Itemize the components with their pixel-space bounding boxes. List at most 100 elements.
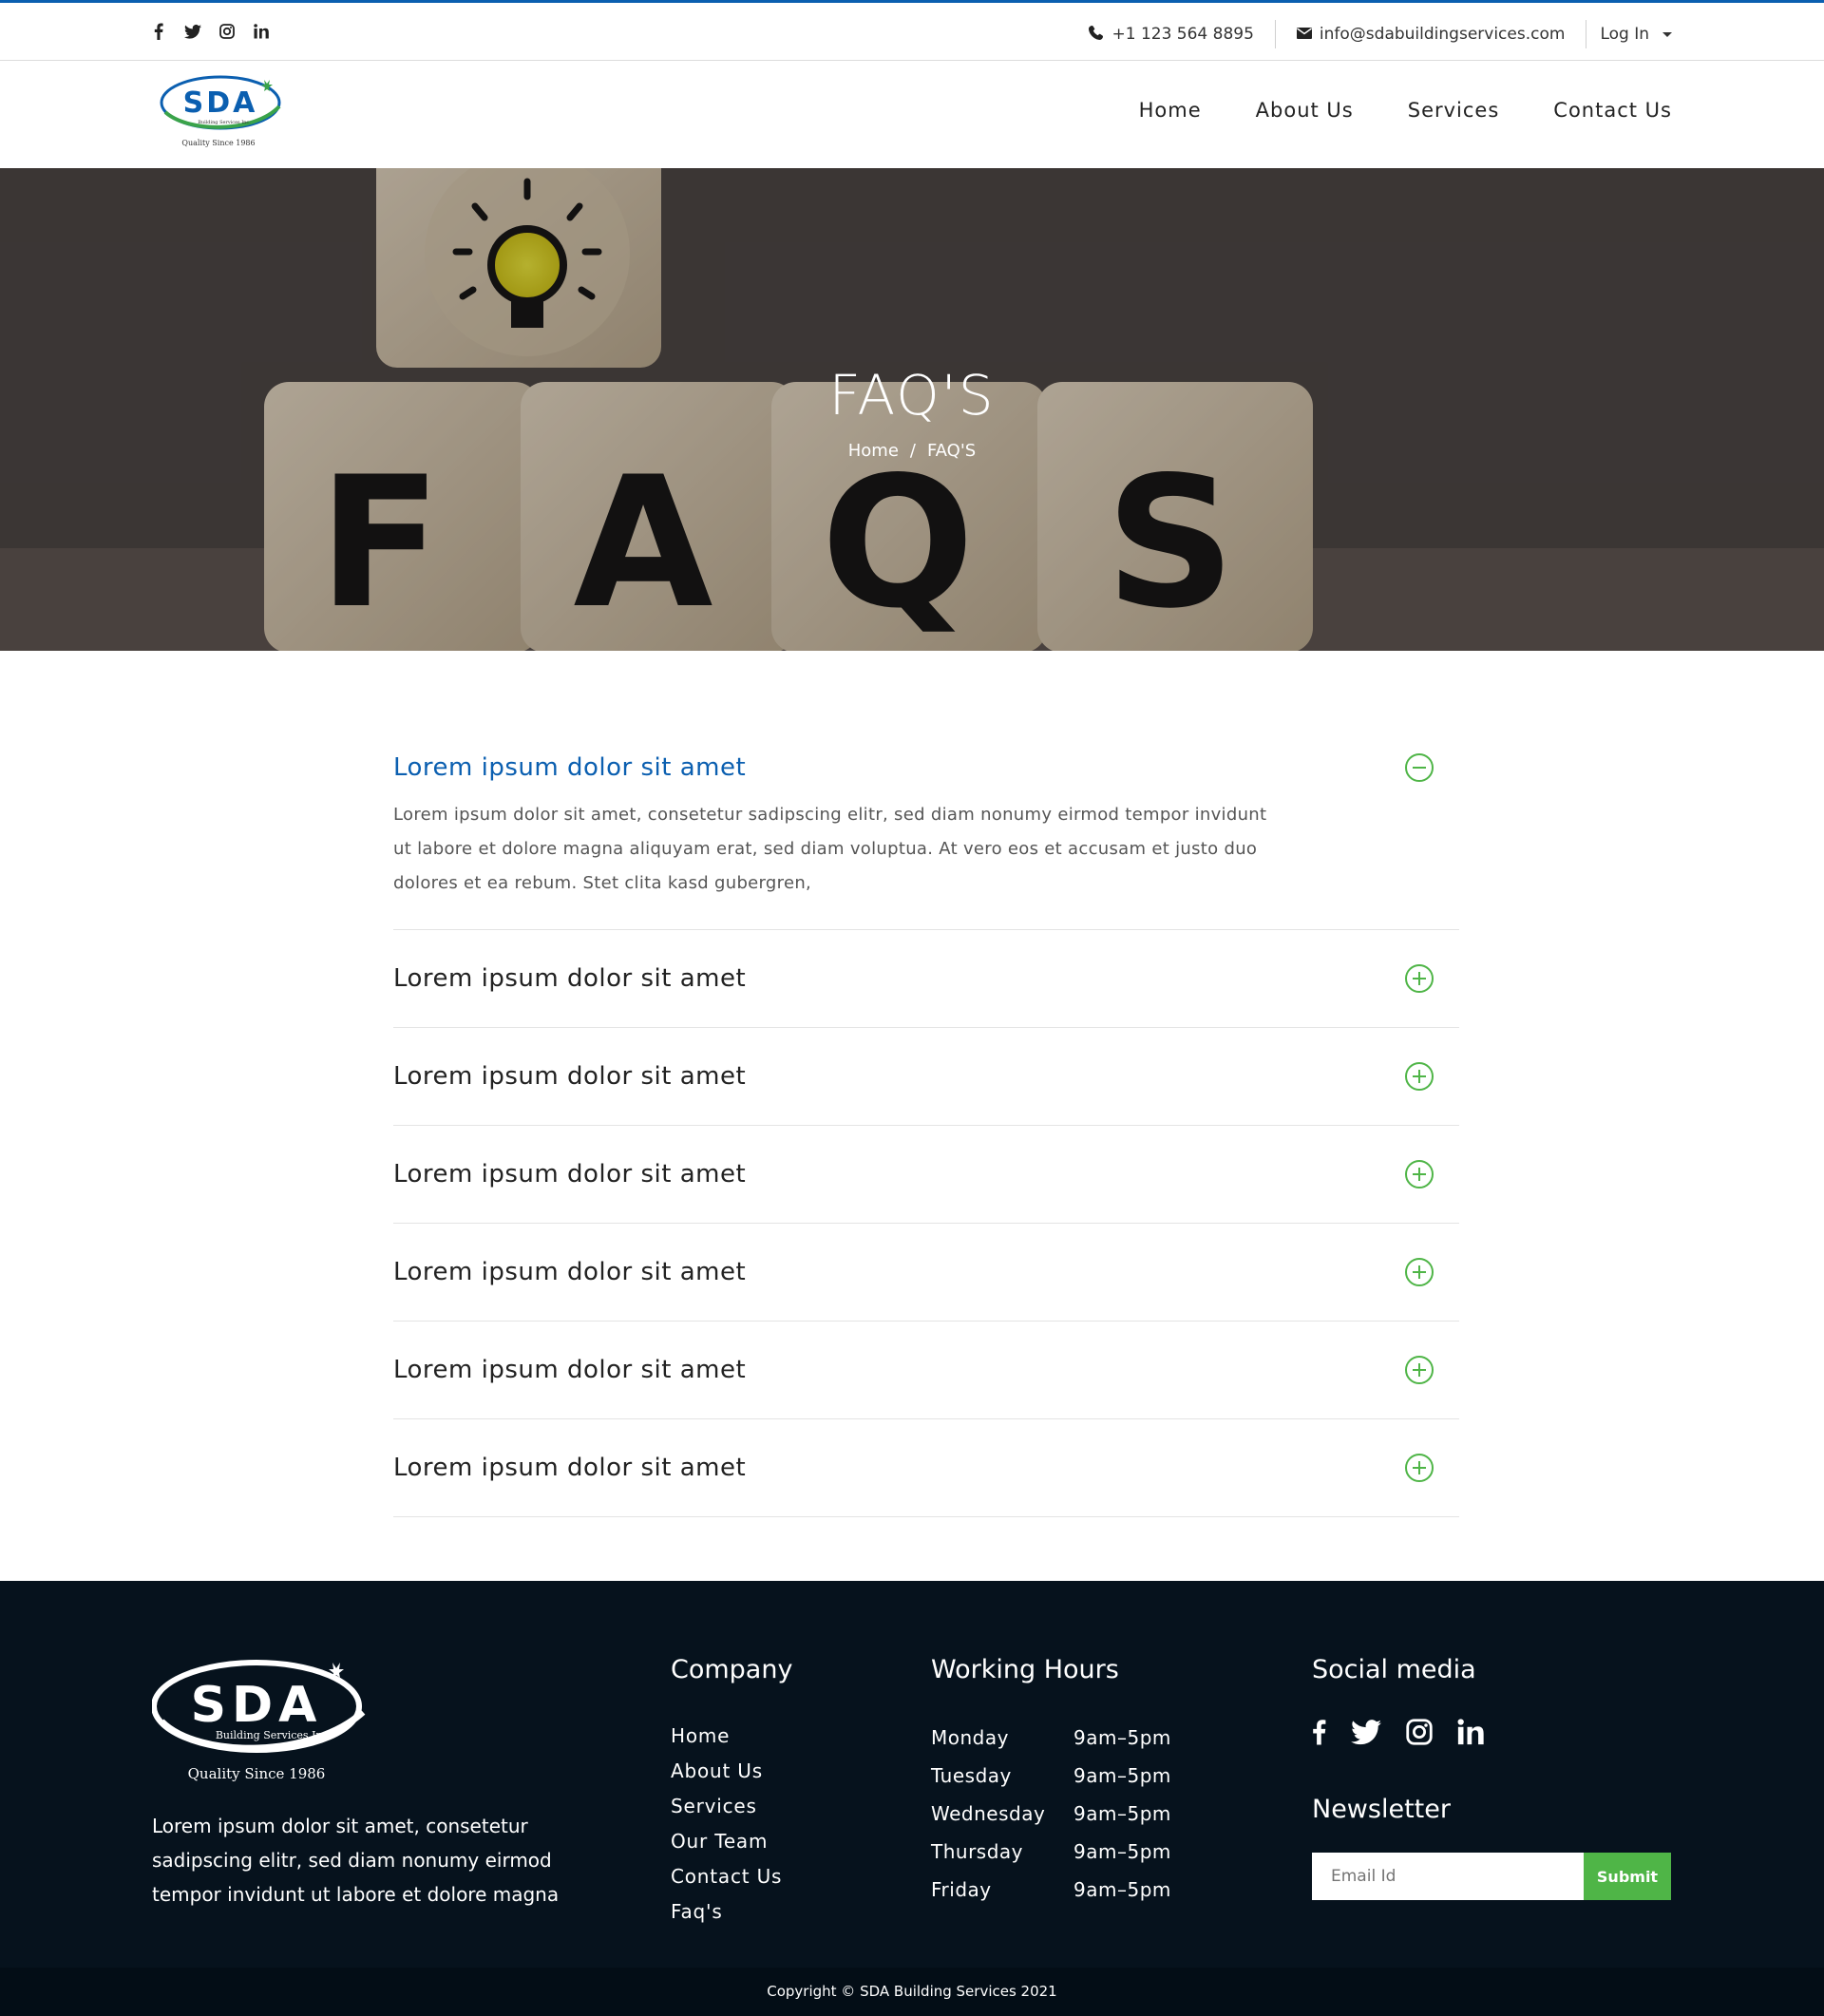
footer-link-services[interactable]: Services — [671, 1789, 792, 1824]
top-contact-info: +1 123 564 8895 info@sdabuildingservices… — [1068, 20, 1672, 48]
footer-link-faqs[interactable]: Faq's — [671, 1894, 792, 1930]
hero-banner: F A Q S FAQ'S Home / FAQ'S — [0, 168, 1824, 651]
plus-circle-icon[interactable] — [1404, 963, 1434, 994]
linkedin-icon[interactable] — [1457, 1719, 1484, 1749]
faq-question[interactable]: Lorem ipsum dolor sit amet — [393, 1322, 1459, 1418]
faq-item: Lorem ipsum dolor sit amet Lorem ipsum d… — [393, 722, 1459, 930]
footer-company-title: Company — [671, 1655, 793, 1684]
hours-row: Wednesday 9am–5pm — [931, 1795, 1171, 1833]
site-header: SDA Building Services Inc. Quality Since… — [0, 61, 1824, 168]
footer-description: Lorem ipsum dolor sit amet, consetetur s… — [152, 1815, 560, 1906]
email-address: info@sdabuildingservices.com — [1319, 25, 1566, 44]
faq-item: Lorem ipsum dolor sit amet — [393, 1028, 1459, 1126]
hours-time: 9am–5pm — [1074, 1726, 1171, 1749]
caret-down-icon — [1662, 31, 1672, 37]
footer-social-title: Social media — [1312, 1655, 1476, 1684]
facebook-icon[interactable] — [150, 22, 167, 41]
linkedin-icon[interactable] — [253, 22, 270, 41]
plus-circle-icon[interactable] — [1404, 1061, 1434, 1092]
nav-home[interactable]: Home — [1139, 99, 1202, 122]
nav-about-us[interactable]: About Us — [1256, 99, 1354, 122]
faq-answer: Lorem ipsum dolor sit amet, consetetur s… — [393, 805, 1267, 893]
hours-day: Friday — [931, 1878, 992, 1901]
phone-number: +1 123 564 8895 — [1112, 25, 1254, 44]
faq-question-text: Lorem ipsum dolor sit amet — [393, 1454, 747, 1482]
hours-row: Friday 9am–5pm — [931, 1871, 1171, 1909]
hours-row: Tuesday 9am–5pm — [931, 1757, 1171, 1795]
faq-question-text: Lorem ipsum dolor sit amet — [393, 1258, 747, 1286]
footer-working-hours: Working Hours Monday 9am–5pm Tuesday 9am–5… — [931, 1655, 1171, 1909]
hours-time: 9am–5pm — [1074, 1878, 1171, 1901]
breadcrumb-home[interactable]: Home — [848, 441, 899, 461]
faq-question-text: Lorem ipsum dolor sit amet — [393, 753, 747, 782]
hours-day: Thursday — [931, 1840, 1023, 1863]
newsletter-form: Submit — [1312, 1853, 1671, 1900]
mail-icon — [1296, 25, 1312, 44]
page-title: FAQ'S — [828, 363, 996, 428]
footer-link-about-us[interactable]: About Us — [671, 1754, 792, 1789]
newsletter-submit-button[interactable]: Submit — [1584, 1853, 1671, 1900]
hours-time: 9am–5pm — [1074, 1764, 1171, 1787]
svg-text:SDA: SDA — [183, 86, 258, 120]
login-dropdown[interactable]: Log In — [1586, 20, 1672, 48]
faq-question[interactable]: Lorem ipsum dolor sit amet — [393, 930, 1459, 1027]
hours-row: Monday 9am–5pm — [931, 1719, 1171, 1757]
instagram-icon[interactable] — [218, 22, 236, 41]
login-label: Log In — [1600, 25, 1649, 44]
faq-question-text: Lorem ipsum dolor sit amet — [393, 1062, 747, 1091]
newsletter-title: Newsletter — [1312, 1795, 1451, 1824]
footer-link-our-team[interactable]: Our Team — [671, 1824, 792, 1859]
instagram-icon[interactable] — [1406, 1719, 1433, 1749]
footer-social-links — [1312, 1719, 1671, 1749]
svg-text:SDA: SDA — [191, 1677, 323, 1734]
faq-question[interactable]: Lorem ipsum dolor sit amet — [393, 1224, 1459, 1321]
faq-item: Lorem ipsum dolor sit amet — [393, 1419, 1459, 1517]
faq-item: Lorem ipsum dolor sit amet — [393, 1322, 1459, 1419]
faq-question-text: Lorem ipsum dolor sit amet — [393, 1356, 747, 1384]
svg-text:Quality Since 1986: Quality Since 1986 — [181, 139, 255, 147]
footer-link-home[interactable]: Home — [671, 1719, 792, 1754]
newsletter-email-input[interactable] — [1312, 1853, 1584, 1900]
hours-time: 9am–5pm — [1074, 1840, 1171, 1863]
nav-services[interactable]: Services — [1408, 99, 1500, 122]
plus-circle-icon[interactable] — [1404, 1257, 1434, 1287]
svg-text:Quality Since 1986: Quality Since 1986 — [188, 1765, 326, 1782]
plus-circle-icon[interactable] — [1404, 1355, 1434, 1385]
faq-question[interactable]: Lorem ipsum dolor sit amet — [393, 1419, 1459, 1516]
main-nav: Home About Us Services Contact Us — [1139, 99, 1672, 122]
footer-social: Social media Newsletter Submit — [1312, 1655, 1671, 1900]
plus-circle-icon[interactable] — [1404, 1453, 1434, 1483]
footer-company: Company Home About Us Services Our Team … — [671, 1655, 792, 1930]
nav-contact-us[interactable]: Contact Us — [1553, 99, 1672, 122]
email-contact[interactable]: info@sdabuildingservices.com — [1276, 20, 1586, 48]
faq-question[interactable]: Lorem ipsum dolor sit amet — [393, 1126, 1459, 1223]
facebook-icon[interactable] — [1312, 1719, 1326, 1749]
svg-text:Building Services Inc.: Building Services Inc. — [216, 1729, 332, 1741]
faq-question-text: Lorem ipsum dolor sit amet — [393, 964, 747, 993]
copyright-bar: Copyright © SDA Building Services 2021 — [0, 1968, 1824, 2016]
footer-link-contact-us[interactable]: Contact Us — [671, 1859, 792, 1894]
header-logo[interactable]: SDA Building Services Inc. Quality Since… — [160, 74, 285, 152]
minus-circle-icon[interactable] — [1404, 752, 1434, 783]
breadcrumb: Home / FAQ'S — [0, 441, 1824, 461]
hours-day: Tuesday — [931, 1764, 1012, 1787]
svg-text:Building Services Inc.: Building Services Inc. — [198, 120, 251, 125]
hours-day: Monday — [931, 1726, 1009, 1749]
phone-contact[interactable]: +1 123 564 8895 — [1068, 20, 1274, 48]
twitter-icon[interactable] — [184, 22, 201, 41]
faq-accordion: Lorem ipsum dolor sit amet Lorem ipsum d… — [393, 722, 1459, 1517]
footer-logo[interactable]: SDA Building Services Inc. Quality Since… — [151, 1655, 370, 1788]
breadcrumb-current: FAQ'S — [926, 441, 977, 461]
faq-question[interactable]: Lorem ipsum dolor sit amet — [393, 722, 1459, 783]
faq-item: Lorem ipsum dolor sit amet — [393, 1224, 1459, 1322]
breadcrumb-separator: / — [909, 441, 916, 461]
hours-time: 9am–5pm — [1074, 1802, 1171, 1825]
twitter-icon[interactable] — [1351, 1719, 1381, 1749]
faq-item: Lorem ipsum dolor sit amet — [393, 1126, 1459, 1224]
plus-circle-icon[interactable] — [1404, 1159, 1434, 1189]
site-footer: SDA Building Services Inc. Quality Since… — [0, 1581, 1824, 1968]
faq-question[interactable]: Lorem ipsum dolor sit amet — [393, 1028, 1459, 1125]
hours-day: Wednesday — [931, 1802, 1046, 1825]
top-bar: +1 123 564 8895 info@sdabuildingservices… — [0, 0, 1824, 61]
faq-question-text: Lorem ipsum dolor sit amet — [393, 1160, 747, 1189]
